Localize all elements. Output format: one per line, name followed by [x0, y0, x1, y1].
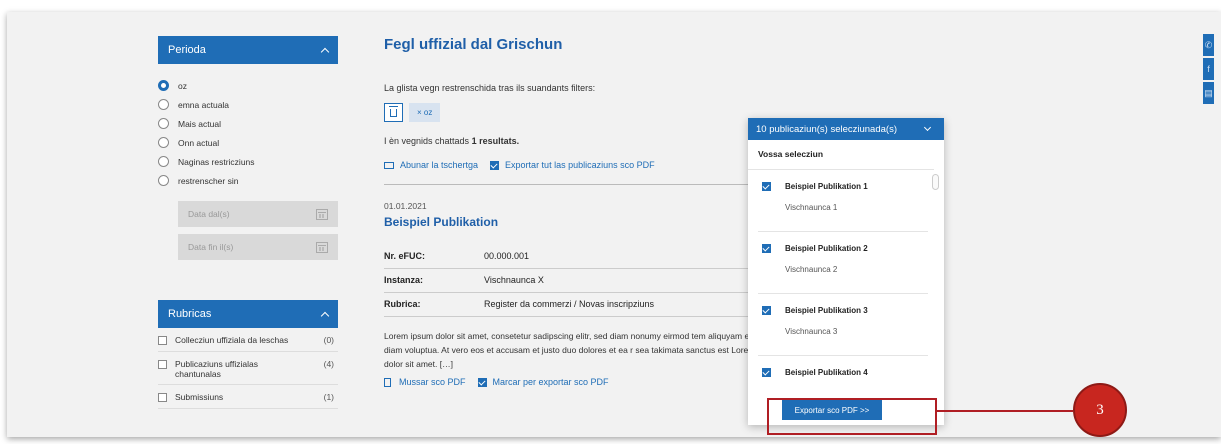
- export-all-pdf-link[interactable]: Exportar tut las publicaziuns sco PDF: [505, 160, 655, 170]
- selection-item: Beispiel Publikation 4: [758, 356, 928, 386]
- date-from-field[interactable]: Data dal(s): [178, 201, 338, 227]
- selection-item: Beispiel Publikation 1 Vischnaunca 1: [758, 170, 928, 232]
- info-key: Rubrica:: [384, 299, 421, 309]
- checkbox-icon[interactable]: [158, 393, 167, 402]
- date-to-field[interactable]: Data fin il(s): [178, 234, 338, 260]
- calendar-icon[interactable]: [316, 241, 328, 253]
- info-key: Nr. eFUC:: [384, 251, 426, 261]
- rubric-label: Submissiuns: [175, 392, 224, 402]
- checkbox-checked-icon[interactable]: [762, 368, 771, 377]
- clear-filters-button[interactable]: [384, 103, 403, 122]
- rubric-item[interactable]: Submissiuns (1): [158, 385, 338, 409]
- period-option[interactable]: Mais actual: [158, 114, 338, 133]
- rubric-item[interactable]: Publicaziuns uffizialas chantunalas (4): [158, 352, 338, 385]
- selection-list: Beispiel Publikation 1 Vischnaunca 1 Bei…: [748, 170, 944, 386]
- screenshot-frame: Perioda oz emna actuala Mais actual Onn …: [0, 0, 1221, 444]
- annotation-callout: 3: [1073, 383, 1127, 437]
- filter-sidebar: Perioda oz emna actuala Mais actual Onn …: [158, 36, 338, 409]
- selection-item-title: Beispiel Publikation 2: [785, 244, 868, 253]
- rubrics-panel-header[interactable]: Rubricas: [158, 300, 338, 328]
- radio-selected-icon[interactable]: [158, 80, 169, 91]
- date-from-placeholder: Data dal(s): [188, 209, 230, 219]
- rubric-list: Collecziun uffiziala da leschas (0) Publ…: [158, 328, 338, 409]
- calendar-icon[interactable]: [316, 208, 328, 220]
- info-value: 00.000.001: [484, 251, 530, 261]
- rubrics-panel-title: Rubricas: [168, 308, 212, 320]
- period-option-label: restrenscher sin: [178, 175, 239, 186]
- results-prefix: I èn vegnids chattads: [384, 136, 472, 146]
- selection-popup: 10 publicaziun(s) selecziunada(s) Vossa …: [748, 118, 944, 425]
- annotation-highlight-box: [767, 398, 937, 435]
- publication-excerpt: Lorem ipsum dolor sit amet, consetetur s…: [384, 331, 781, 369]
- radio-icon[interactable]: [158, 99, 169, 110]
- selection-popup-header[interactable]: 10 publicaziun(s) selecziunada(s): [748, 118, 944, 140]
- selection-item-title: Beispiel Publikation 3: [785, 306, 868, 315]
- period-option-label: Mais actual: [178, 118, 221, 129]
- date-to-placeholder: Data fin il(s): [188, 242, 234, 252]
- rubric-count: (0): [323, 335, 334, 345]
- subscribe-search-link[interactable]: Abunar la tschertga: [400, 160, 478, 170]
- rubric-count: (4): [323, 359, 334, 369]
- mail-icon: [384, 161, 394, 169]
- results-number: 1 resultats.: [471, 136, 520, 146]
- period-option[interactable]: Onn actual: [158, 133, 338, 152]
- selection-count: 10 publicaziun(s) selecziunada(s): [756, 123, 897, 135]
- selection-item-subtitle: Vischnaunca 3: [785, 327, 838, 336]
- filter-description: La glista vegn restrenschida tras ils su…: [384, 83, 596, 93]
- radio-icon[interactable]: [158, 156, 169, 167]
- info-value: Register da commerzi / Novas inscripziun…: [484, 299, 655, 309]
- phone-icon[interactable]: ✆: [1203, 34, 1214, 56]
- show-pdf-link[interactable]: Mussar sco PDF: [399, 377, 466, 387]
- checkbox-checked-icon[interactable]: [762, 244, 771, 253]
- chevron-up-icon: [320, 311, 330, 321]
- period-option[interactable]: emna actuala: [158, 95, 338, 114]
- selection-item-title: Beispiel Publikation 4: [785, 368, 868, 377]
- chevron-up-icon: [320, 47, 330, 57]
- checkbox-checked-icon[interactable]: [762, 182, 771, 191]
- selection-item: Beispiel Publikation 2 Vischnaunca 2: [758, 232, 928, 294]
- radio-icon[interactable]: [158, 137, 169, 148]
- period-option-label: Onn actual: [178, 137, 220, 148]
- document-icon: [384, 377, 391, 387]
- selection-item-title: Beispiel Publikation 1: [785, 182, 868, 191]
- rubric-item[interactable]: Collecziun uffiziala da leschas (0): [158, 328, 338, 352]
- annotation-connector: [937, 410, 1073, 412]
- page-title: Fegl uffizial dal Grischun: [384, 36, 563, 53]
- period-option-label: emna actuala: [178, 99, 230, 110]
- side-toolbar: ✆ f ▤: [1203, 34, 1214, 106]
- scrollbar-thumb[interactable]: [932, 174, 939, 190]
- info-key: Instanza:: [384, 275, 424, 285]
- radio-icon[interactable]: [158, 118, 169, 129]
- rubric-label: Collecziun uffiziala da leschas: [175, 335, 289, 345]
- trash-icon: [389, 105, 398, 117]
- radio-icon[interactable]: [158, 175, 169, 186]
- facebook-icon[interactable]: f: [1203, 58, 1214, 80]
- period-panel-header[interactable]: Perioda: [158, 36, 338, 64]
- rubric-count: (1): [323, 392, 334, 402]
- rubric-label: Publicaziuns uffizialas chantunalas: [175, 359, 258, 379]
- checkbox-checked-icon[interactable]: [490, 160, 500, 170]
- selection-item-subtitle: Vischnaunca 1: [785, 203, 838, 212]
- period-option-label: oz: [178, 80, 187, 91]
- period-option[interactable]: Naginas restricziuns: [158, 152, 338, 171]
- chevron-down-icon[interactable]: [923, 123, 932, 132]
- checkbox-checked-icon[interactable]: [762, 306, 771, 315]
- period-option[interactable]: oz: [158, 76, 338, 95]
- checkbox-checked-icon[interactable]: [477, 377, 487, 387]
- mark-export-pdf-link[interactable]: Marcar per exportar sco PDF: [493, 377, 609, 387]
- checkbox-icon[interactable]: [158, 336, 167, 345]
- info-value: Vischnaunca X: [484, 275, 544, 285]
- period-option-label: Naginas restricziuns: [178, 156, 255, 167]
- checkbox-icon[interactable]: [158, 360, 167, 369]
- document-icon[interactable]: ▤: [1203, 82, 1214, 104]
- selection-item: Beispiel Publikation 3 Vischnaunca 3: [758, 294, 928, 356]
- period-panel-title: Perioda: [168, 44, 206, 56]
- period-options: oz emna actuala Mais actual Onn actual N…: [158, 64, 338, 190]
- filter-chip[interactable]: × oz: [409, 103, 441, 122]
- period-option[interactable]: restrenscher sin: [158, 171, 338, 190]
- selection-item-subtitle: Vischnaunca 2: [785, 265, 838, 274]
- selection-subtitle: Vossa selecziun: [748, 140, 934, 170]
